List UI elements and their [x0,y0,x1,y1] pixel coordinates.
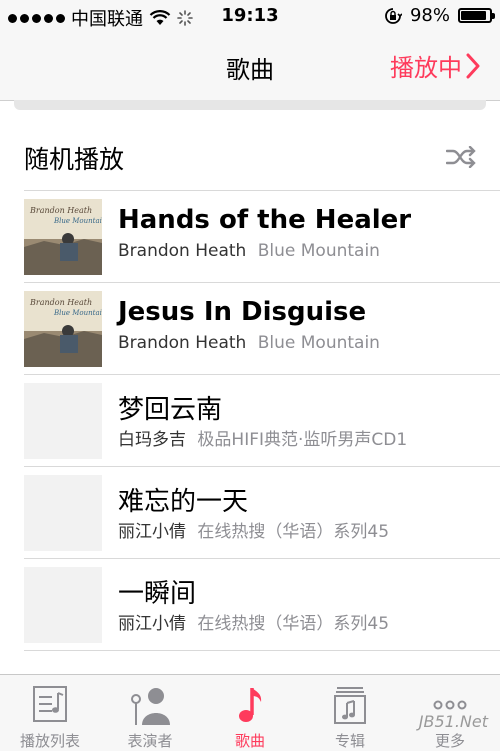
rotation-lock-icon [385,7,402,24]
svg-text:Brandon Heath: Brandon Heath [29,298,92,307]
song-subtitle: Brandon Heath Blue Mountain [118,241,380,261]
watermark: JB51.Net [418,712,488,731]
chevron-right-icon [466,53,480,78]
album-art: Brandon Heath Blue Mountain [24,291,102,367]
song-artist: Brandon Heath [118,333,247,353]
song-title: Jesus In Disguise [118,297,367,327]
album-icon [334,687,366,724]
playlist-icon [33,686,67,722]
shuffle-all-row[interactable]: 随机播放 [24,130,500,191]
shuffle-label: 随机播放 [24,145,125,174]
tab-label: 专辑 [334,732,365,750]
album-art: Brandon Heath Blue Mountain [24,199,102,275]
song-row[interactable]: 梦回云南 白玛多吉 极品HIFI典范·监听男声CD1 [24,375,500,467]
battery-icon [458,8,495,23]
tab-artists[interactable]: 表演者 [100,675,200,751]
tab-albums[interactable]: 专辑 [300,675,400,751]
music-note-icon [239,688,262,722]
tab-songs[interactable]: 歌曲 [200,675,300,751]
song-row[interactable]: 难忘的一天 丽江小倩 在线热搜（华语）系列45 [24,467,500,559]
album-art-placeholder [24,383,102,459]
svg-text:Blue Mountain: Blue Mountain [53,217,102,225]
song-subtitle: 丽江小倩 在线热搜（华语）系列45 [118,609,389,634]
song-album: Blue Mountain [257,241,380,261]
svg-text:Brandon Heath: Brandon Heath [29,206,92,215]
song-title: 一瞬间 [118,579,197,609]
album-art-placeholder [24,567,102,643]
song-artist: 丽江小倩 [118,522,186,542]
tab-label: 歌曲 [234,732,265,750]
song-row[interactable]: Brandon Heath Blue Mountain Jesus In Dis… [24,283,500,375]
song-artist: 白玛多吉 [118,430,186,450]
song-subtitle: 丽江小倩 在线热搜（华语）系列45 [118,517,389,542]
song-title: 梦回云南 [118,395,223,425]
song-album: 在线热搜（华语）系列45 [197,522,390,542]
status-right: 98% [384,5,495,26]
artist-icon [131,688,170,725]
album-art-placeholder [24,475,102,551]
song-album: Blue Mountain [257,333,380,353]
song-artist: 丽江小倩 [118,614,186,634]
song-album: 在线热搜（华语）系列45 [197,614,390,634]
tab-playlists[interactable]: 播放列表 [0,675,100,751]
song-artist: Brandon Heath [118,241,247,261]
song-row[interactable]: 一瞬间 丽江小倩 在线热搜（华语）系列45 [24,559,500,651]
song-row[interactable]: Brandon Heath Blue Mountain Hands of the… [24,191,500,283]
tab-label: 播放列表 [19,732,80,750]
now-playing-label: 播放中 [390,54,462,82]
song-title: Hands of the Healer [118,205,412,235]
song-title: 难忘的一天 [118,487,249,517]
song-subtitle: 白玛多吉 极品HIFI典范·监听男声CD1 [118,425,407,450]
now-playing-button[interactable]: 播放中 [390,48,480,83]
song-album: 极品HIFI典范·监听男声CD1 [197,430,408,450]
battery-percent: 98% [409,5,450,26]
shuffle-icon [446,146,476,168]
search-bar-edge[interactable] [14,100,486,110]
tab-label: 更多 [434,732,465,750]
song-subtitle: Brandon Heath Blue Mountain [118,333,380,353]
navigation-bar: 歌曲 播放中 [0,34,500,101]
song-list: Brandon Heath Blue Mountain Hands of the… [24,191,500,651]
svg-text:Blue Mountain: Blue Mountain [53,309,102,317]
status-bar: 中国联通 19:13 98% [0,0,500,34]
tab-label: 表演者 [127,732,173,750]
